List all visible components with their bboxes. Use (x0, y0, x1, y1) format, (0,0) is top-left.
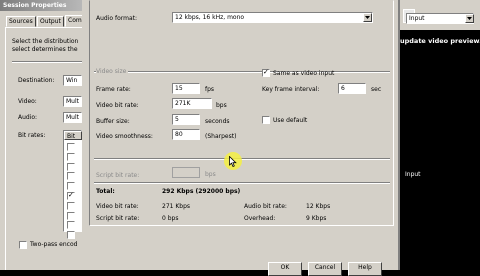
bitrate-checkbox[interactable] (67, 172, 75, 181)
frame-rate-label: Frame rate: (96, 86, 131, 93)
session-title: Session Properties (3, 2, 67, 9)
audio-format-select[interactable]: 12 kbps, 16 kHz, mono (172, 12, 373, 23)
summary-script-value: 0 bps (162, 215, 179, 222)
bitrate-checkbox[interactable] (67, 201, 75, 210)
audio-label: Audio: (18, 114, 38, 121)
smoothness-label: Video smoothness: (96, 133, 153, 140)
ok-button[interactable]: OK (268, 262, 302, 276)
settings-panel: Audio format: 12 kbps, 16 kHz, mono Vide… (89, 0, 394, 226)
bitrate-checkbox[interactable] (67, 143, 75, 151)
settings-dialog: Audio format: 12 kbps, 16 kHz, mono Vide… (82, 0, 400, 276)
audio-format-dropdown-arrow[interactable] (363, 13, 372, 22)
audio-format-label: Audio format: (96, 15, 138, 22)
help-button[interactable]: Help (348, 262, 382, 276)
bitrates-label: Bit rates: (18, 132, 46, 139)
bitrate-checkbox[interactable] (67, 211, 75, 220)
bitrate-checkbox[interactable] (67, 162, 75, 171)
video-select[interactable]: Mult (63, 96, 82, 107)
key-frame-input[interactable]: 6 (338, 83, 366, 94)
script-bitrate-label: Script bit rate: (96, 172, 140, 179)
video-bitrate-unit: bps (216, 102, 227, 109)
destination-label: Destination: (18, 77, 55, 84)
total-label: Total: (96, 188, 115, 195)
frame-rate-input[interactable]: 15 (172, 83, 200, 94)
script-bitrate-input (172, 167, 200, 178)
total-value: 292 Kbps (292000 bps) (162, 188, 241, 195)
tab-sources[interactable]: Sources (6, 16, 36, 27)
bitrate-checkbox[interactable] (67, 231, 75, 240)
video-size-label: Video size (96, 67, 129, 76)
key-frame-unit: sec (371, 86, 382, 93)
buffer-size-unit: seconds (205, 118, 230, 125)
buffer-size-input[interactable]: 5 (172, 114, 200, 125)
preview-dropdown-arrow[interactable] (465, 14, 474, 23)
frame-rate-unit: fps (205, 86, 215, 93)
bitrates-header[interactable]: Bit (64, 131, 82, 140)
same-as-input-checkbox[interactable] (262, 68, 270, 77)
summary-video-value: 271 Kbps (162, 203, 191, 210)
twopass-checkbox[interactable] (19, 241, 27, 249)
bitrate-checkbox[interactable] (67, 221, 75, 230)
bitrate-checkbox[interactable] (67, 191, 75, 200)
summary-overhead-label: Overhead: (244, 215, 276, 222)
smoothness-unit: (Sharpest) (205, 133, 237, 140)
preview-window: Input update video preview. Input (400, 0, 480, 270)
summary-audio-label: Audio bit rate: (244, 203, 287, 210)
input-label: Input (405, 171, 421, 178)
instruction-divider (12, 61, 82, 63)
cancel-button[interactable]: Cancel (308, 262, 342, 276)
use-default-checkbox[interactable] (262, 116, 270, 124)
instruction-text-2: select determines the (12, 46, 78, 53)
summary-divider (94, 182, 390, 184)
use-default-label: Use default (273, 117, 308, 124)
video-label: Video: (18, 98, 37, 105)
twopass-label: Two-pass encod (30, 241, 78, 248)
buffer-size-label: Buffer size: (96, 118, 130, 125)
destination-select[interactable]: Win (63, 75, 82, 86)
tab-output[interactable]: Output (37, 16, 64, 27)
summary-video-label: Video bit rate: (96, 203, 139, 210)
summary-script-label: Script bit rate: (96, 215, 140, 222)
preview-status-text: update video preview. (400, 37, 480, 45)
bitrate-checkbox[interactable] (67, 182, 75, 191)
same-as-input-label: Same as video input (273, 70, 335, 77)
bitrate-checkbox[interactable] (67, 152, 75, 161)
session-properties-window: Session Properties Sources Output Com Se… (0, 0, 85, 270)
summary-overhead-value: 9 Kbps (306, 215, 327, 222)
preview-source-dropdown[interactable]: Input (406, 13, 474, 24)
video-size-divider (94, 71, 390, 73)
video-bitrate-input[interactable]: 271K (172, 98, 212, 109)
script-bitrate-unit: bps (205, 171, 216, 178)
video-bitrate-label: Video bit rate: (96, 102, 139, 109)
key-frame-label: Key frame interval: (262, 86, 320, 93)
smoothness-input[interactable]: 80 (172, 129, 200, 140)
script-section-divider (94, 158, 390, 160)
summary-audio-value: 12 Kbps (306, 203, 331, 210)
session-title-bar[interactable]: Session Properties (0, 0, 82, 11)
audio-select[interactable]: Mult (63, 112, 82, 123)
mouse-pointer-icon (229, 155, 237, 168)
bitrates-list[interactable]: Bit (63, 130, 82, 240)
